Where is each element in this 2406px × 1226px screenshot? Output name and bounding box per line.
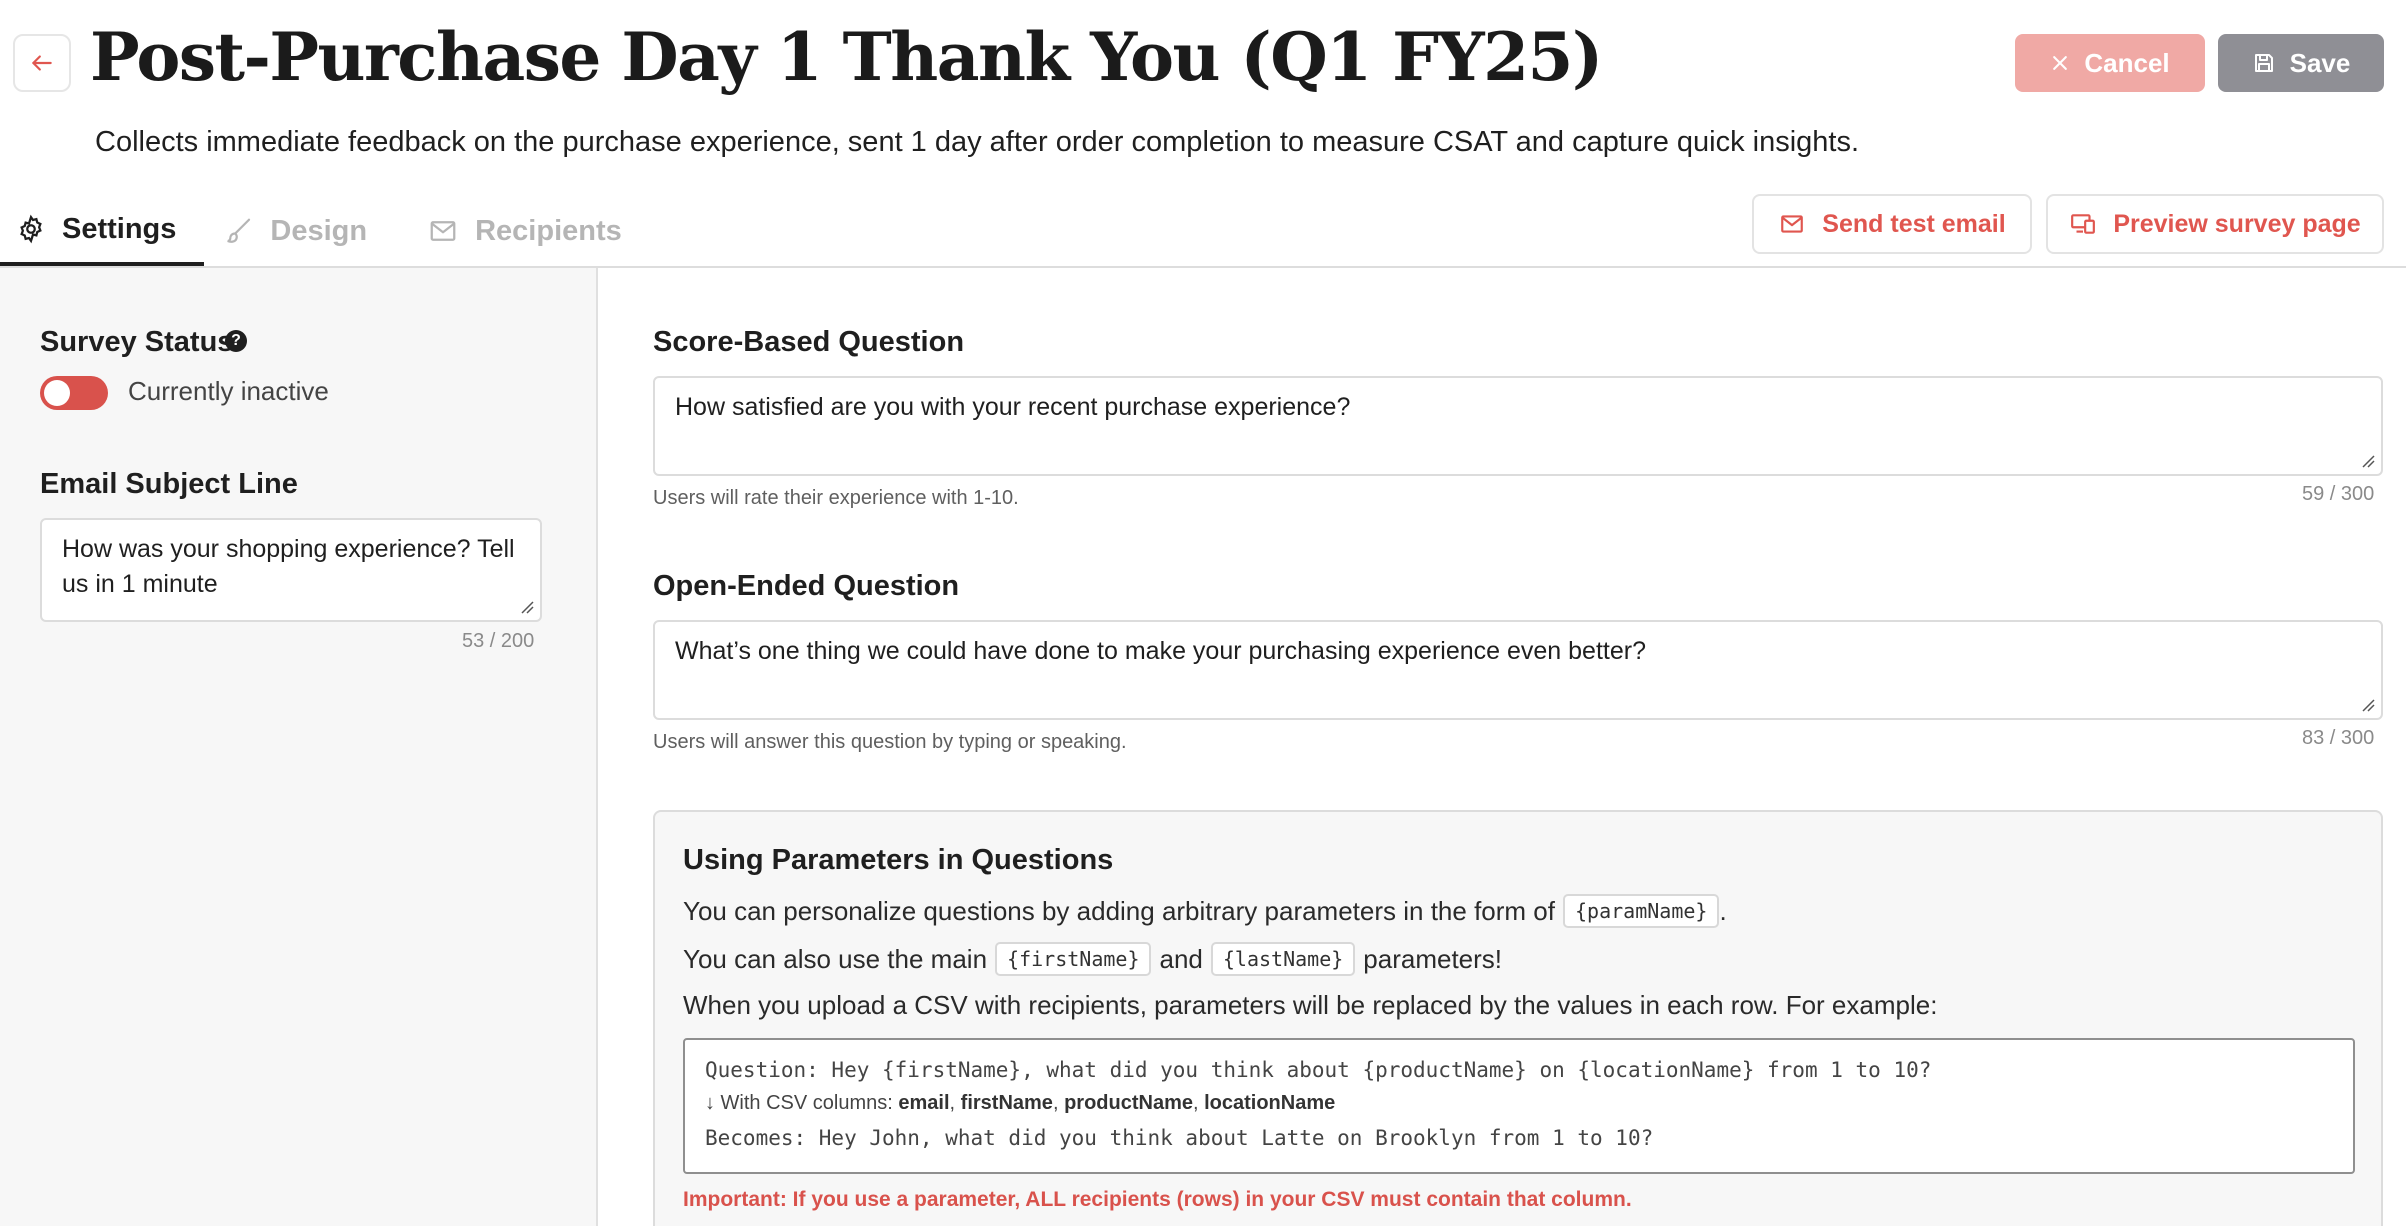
cancel-button[interactable]: Cancel xyxy=(2015,34,2205,92)
csv-column: productName xyxy=(1064,1092,1193,1114)
toggle-knob xyxy=(44,380,70,406)
parameters-line-2: You can also use the main {firstName} an… xyxy=(683,942,1502,976)
email-subject-textarea[interactable]: How was your shopping experience? Tell u… xyxy=(40,518,542,622)
email-subject-value: How was your shopping experience? Tell u… xyxy=(62,535,515,598)
tab-recipients-label: Recipients xyxy=(475,214,622,247)
brush-icon xyxy=(227,218,251,243)
open-question-counter: 83 / 300 xyxy=(2302,727,2375,749)
parameters-line-1-end: . xyxy=(1719,895,1727,926)
parameters-line-2-end: parameters! xyxy=(1363,943,1503,974)
survey-status-label: Survey Status xyxy=(40,326,234,358)
example-becomes: Becomes: Hey John, what did you think ab… xyxy=(705,1126,1654,1150)
email-subject-label: Email Subject Line xyxy=(40,468,298,500)
open-question-hint: Users will answer this question by typin… xyxy=(653,731,1127,753)
param-name-chip: {paramName} xyxy=(1562,894,1720,928)
open-question-textarea[interactable]: What’s one thing we could have done to m… xyxy=(653,620,2383,720)
send-test-label: Send test email xyxy=(1822,209,2006,238)
tab-design[interactable]: Design xyxy=(204,196,407,266)
parameters-line-1-text: You can personalize questions by adding … xyxy=(683,895,1555,926)
parameters-example-box: Question: Hey {firstName}, what did you … xyxy=(683,1038,2355,1174)
cancel-label: Cancel xyxy=(2084,47,2170,78)
parameters-line-3: When you upload a CSV with recipients, p… xyxy=(683,990,1937,1021)
csv-column: firstName xyxy=(960,1092,1053,1114)
tab-settings-label: Settings xyxy=(62,212,177,245)
score-question-counter: 59 / 300 xyxy=(2302,483,2375,505)
last-name-chip: {lastName} xyxy=(1210,942,1356,976)
gear-icon xyxy=(20,214,42,244)
first-name-chip: {firstName} xyxy=(995,942,1152,976)
parameters-line-2-text: You can also use the main xyxy=(683,943,988,974)
open-question-label: Open-Ended Question xyxy=(653,570,960,602)
score-question-label: Score-Based Question xyxy=(653,326,965,358)
example-question: Question: Hey {firstName}, what did you … xyxy=(705,1058,1932,1082)
preview-survey-button[interactable]: Preview survey page xyxy=(2046,194,2384,254)
resize-grip-icon[interactable] xyxy=(2361,698,2375,712)
parameters-info-box: Using Parameters in Questions You can pe… xyxy=(653,810,2383,1226)
csv-column: email xyxy=(898,1092,950,1114)
survey-status-text: Currently inactive xyxy=(128,376,329,406)
resize-grip-icon[interactable] xyxy=(520,600,534,614)
csv-column: locationName xyxy=(1204,1092,1336,1114)
important-warning: Important: If you use a parameter, ALL r… xyxy=(683,1188,1632,1211)
example-csv-prefix: ↓ With CSV columns: xyxy=(705,1092,893,1114)
tab-design-label: Design xyxy=(270,214,368,247)
mail-icon xyxy=(430,221,456,241)
floppy-disk-icon xyxy=(2254,54,2273,72)
survey-status-toggle[interactable] xyxy=(40,376,108,410)
resize-grip-icon[interactable] xyxy=(2361,454,2375,468)
parameters-line-1: You can personalize questions by adding … xyxy=(683,894,1727,928)
parameters-line-2-and: and xyxy=(1159,943,1203,974)
devices-icon xyxy=(2071,214,2096,234)
score-question-textarea[interactable]: How satisfied are you with your recent p… xyxy=(653,376,2383,476)
back-button[interactable] xyxy=(13,34,71,92)
parameters-line-3-text: When you upload a CSV with recipients, p… xyxy=(683,990,1938,1020)
page-title: Post-Purchase Day 1 Thank You (Q1 FY25) xyxy=(90,18,1603,96)
open-question-value: What’s one thing we could have done to m… xyxy=(675,637,1646,665)
help-icon[interactable]: ? xyxy=(225,330,247,352)
parameters-title: Using Parameters in Questions xyxy=(683,844,1114,876)
tab-bar: Settings Design Recipients xyxy=(0,196,662,266)
example-csv-columns: ↓ With CSV columns: email, firstName, pr… xyxy=(705,1092,1336,1114)
preview-label: Preview survey page xyxy=(2113,209,2361,238)
settings-sidebar: Survey Status ? Currently inactive Email… xyxy=(0,268,598,1226)
send-test-email-button[interactable]: Send test email xyxy=(1752,194,2032,254)
email-subject-counter: 53 / 200 xyxy=(462,630,535,652)
tab-settings[interactable]: Settings xyxy=(0,196,205,266)
score-question-value: How satisfied are you with your recent p… xyxy=(675,393,1351,421)
save-button[interactable]: Save xyxy=(2218,34,2384,92)
arrow-left-icon xyxy=(32,55,52,71)
save-label: Save xyxy=(2289,47,2351,78)
close-icon xyxy=(2053,56,2068,70)
score-question-hint: Users will rate their experience with 1-… xyxy=(653,487,1019,509)
tab-recipients[interactable]: Recipients xyxy=(407,196,662,266)
mail-icon xyxy=(1781,215,1804,233)
page-description: Collects immediate feedback on the purch… xyxy=(95,126,1860,158)
